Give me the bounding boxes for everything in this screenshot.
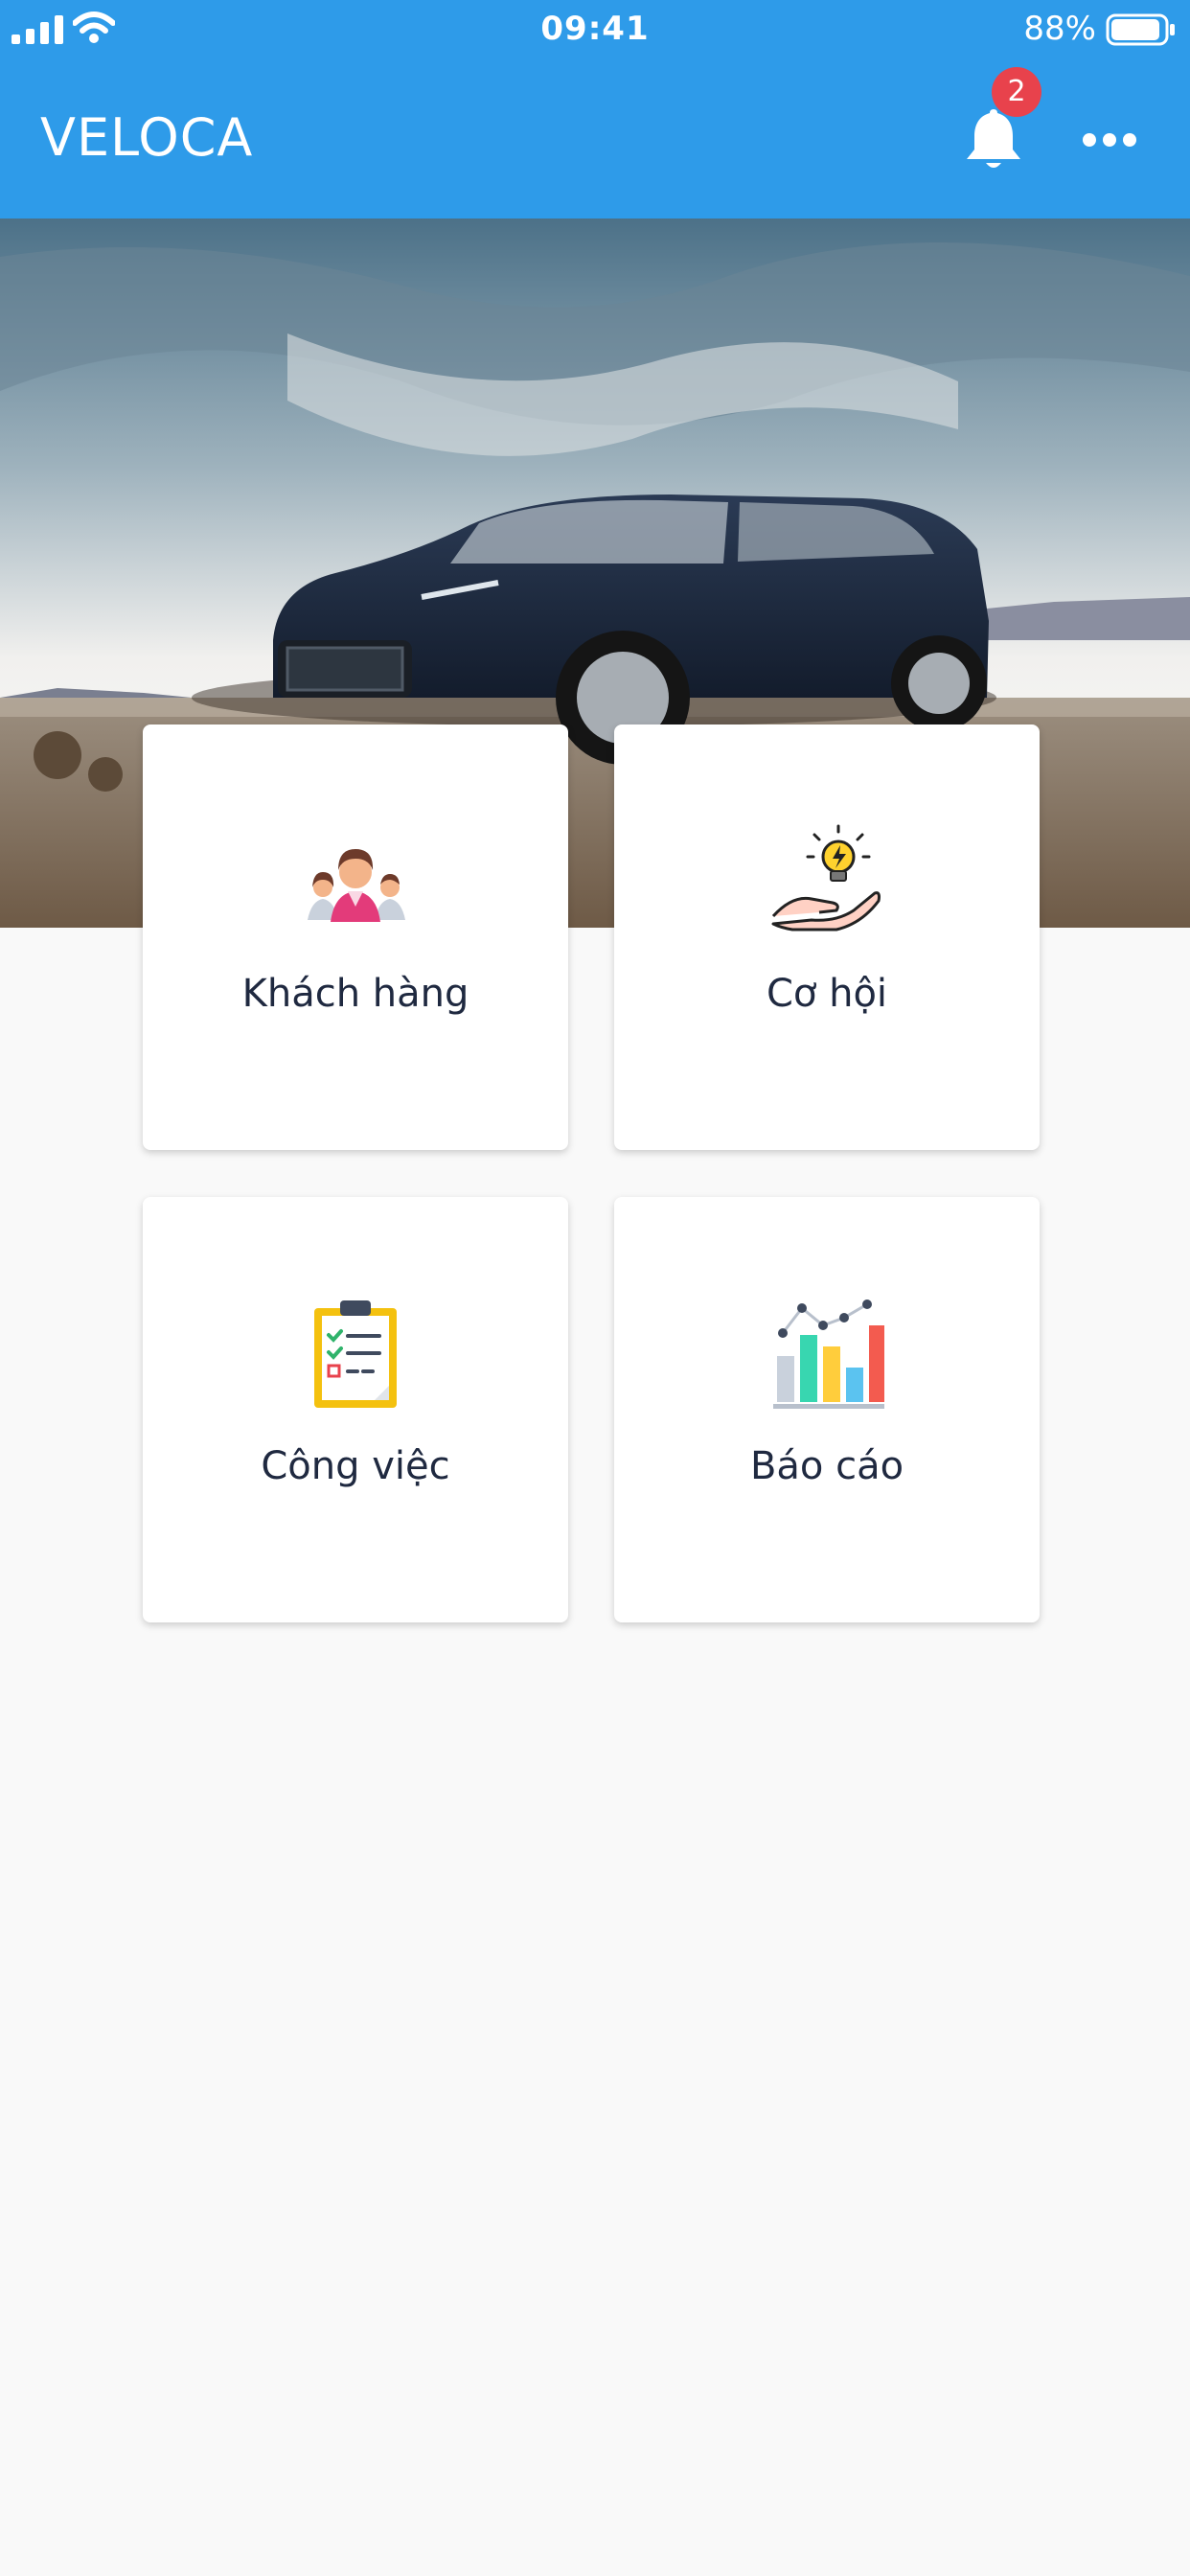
battery-icon bbox=[1106, 13, 1175, 46]
menu-label-opportunities: Cơ hội bbox=[766, 972, 888, 1016]
status-time: 09:41 bbox=[540, 10, 650, 48]
opportunity-icon bbox=[771, 824, 881, 932]
menu-label-customers: Khách hàng bbox=[241, 972, 469, 1016]
menu-label-tasks: Công việc bbox=[261, 1444, 450, 1488]
menu-card-tasks[interactable]: Công việc bbox=[143, 1197, 568, 1622]
battery-percentage: 88% bbox=[1023, 10, 1096, 48]
status-bar: 09:41 88% bbox=[0, 0, 1190, 59]
app-title: VELOCA bbox=[40, 107, 254, 168]
tasks-clipboard-icon bbox=[314, 1300, 397, 1408]
more-options-icon[interactable] bbox=[1081, 123, 1138, 157]
customers-icon bbox=[308, 849, 405, 922]
menu-card-opportunities[interactable]: Cơ hội bbox=[614, 724, 1040, 1150]
menu-label-reports: Báo cáo bbox=[749, 1444, 904, 1488]
menu-card-customers[interactable]: Khách hàng bbox=[143, 724, 568, 1150]
app-header: 09:41 88% VELOCA 2 bbox=[0, 0, 1190, 218]
report-chart-icon bbox=[773, 1300, 884, 1409]
notification-badge: 2 bbox=[992, 67, 1041, 117]
menu-card-reports[interactable]: Báo cáo bbox=[614, 1197, 1040, 1622]
